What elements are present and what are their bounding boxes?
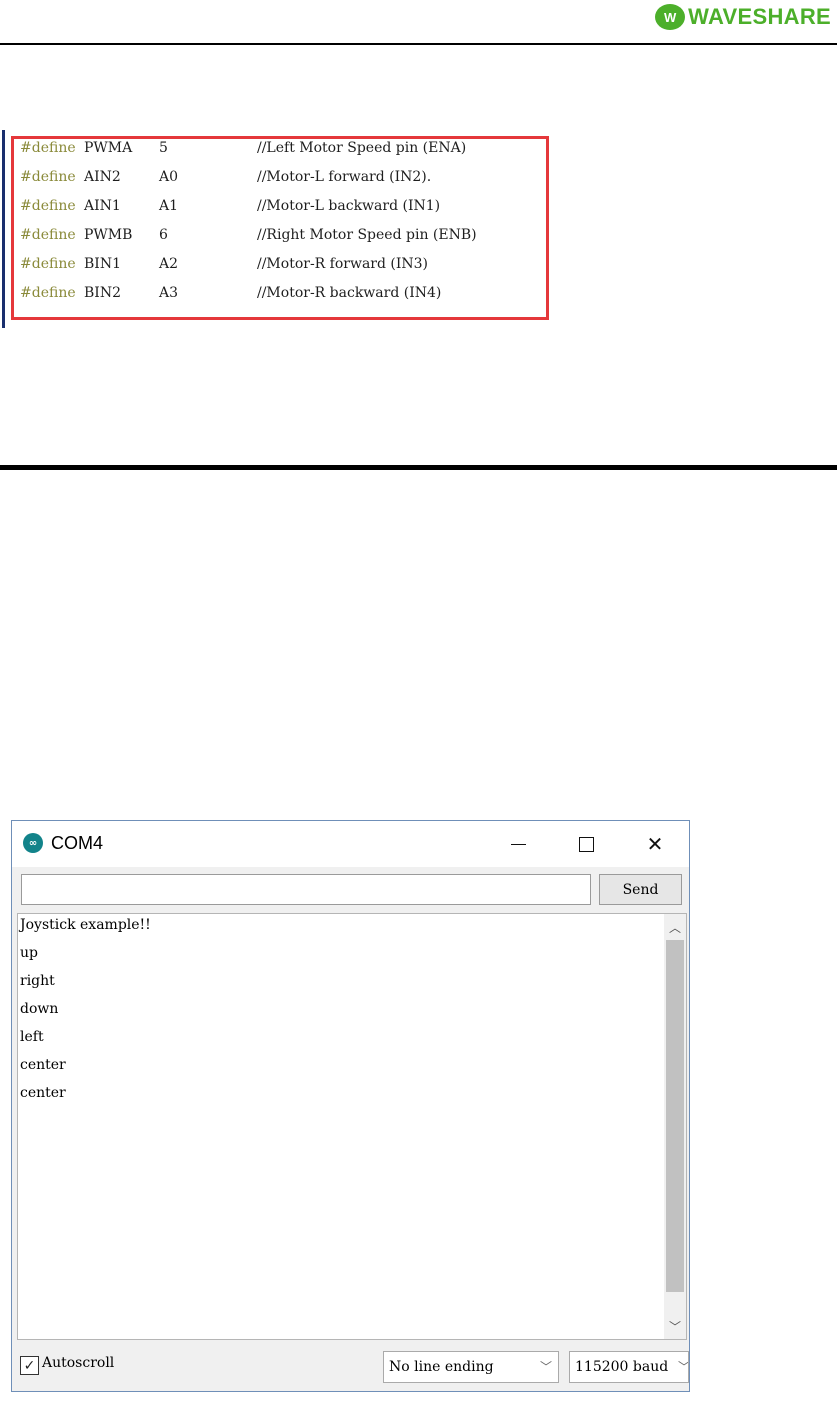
chevron-down-icon: ﹀	[539, 1360, 552, 1374]
code-macro-value: 5	[159, 140, 168, 156]
waveshare-logo-text: WAVESHARE	[688, 4, 831, 29]
code-directive: #define	[20, 285, 76, 301]
code-macro-value: 6	[159, 227, 168, 243]
output-line: down	[20, 1001, 59, 1017]
serial-output-area[interactable]: Joystick example!! up right down left ce…	[17, 913, 687, 1340]
output-line: center	[20, 1057, 66, 1073]
waveshare-logo: W WAVESHARE	[655, 2, 831, 32]
maximize-button[interactable]	[568, 829, 604, 859]
close-icon: ✕	[646, 832, 664, 856]
code-directive: #define	[20, 169, 76, 185]
close-button[interactable]: ✕	[637, 829, 673, 859]
code-macro-value: A0	[159, 169, 179, 185]
line-ending-select[interactable]: No line ending ﹀	[383, 1351, 559, 1383]
code-directive: #define	[20, 227, 76, 243]
code-directive: #define	[20, 256, 76, 272]
code-comment: //Motor-R backward (IN4)	[257, 285, 442, 301]
code-directive: #define	[20, 198, 76, 214]
header-divider	[0, 43, 837, 45]
code-macro-name: AIN1	[84, 198, 121, 214]
code-comment: //Right Motor Speed pin (ENB)	[257, 227, 477, 243]
code-macro-name: AIN2	[84, 169, 121, 185]
code-macro-name: PWMA	[84, 140, 133, 156]
vertical-scrollbar[interactable]: ︿ ﹀	[664, 914, 686, 1339]
output-line: center	[20, 1085, 66, 1101]
chevron-down-icon: ﹀	[677, 1360, 689, 1374]
code-line-bin1: #define BIN1 A2 //Motor-R forward (IN3)	[20, 256, 428, 278]
line-ending-value: No line ending	[389, 1359, 494, 1375]
code-line-bin2: #define BIN2 A3 //Motor-R backward (IN4)	[20, 285, 441, 307]
code-comment: //Left Motor Speed pin (ENA)	[257, 140, 467, 156]
serial-bottom-bar: ✓ Autoscroll No line ending ﹀ 115200 bau…	[12, 1341, 689, 1391]
minimize-icon	[510, 843, 526, 845]
baud-rate-value: 115200 baud	[575, 1359, 669, 1375]
scroll-down-icon[interactable]: ﹀	[664, 1315, 686, 1337]
code-macro-name: PWMB	[84, 227, 133, 243]
code-macro-value: A3	[159, 285, 179, 301]
arduino-icon: ∞	[23, 833, 43, 853]
code-macro-name: BIN1	[84, 256, 121, 272]
code-comment: //Motor-L forward (IN2).	[257, 169, 432, 185]
code-line-pwmb: #define PWMB 6 //Right Motor Speed pin (…	[20, 227, 477, 249]
output-line: right	[20, 973, 55, 989]
serial-send-input[interactable]	[21, 874, 591, 905]
code-macro-name: BIN2	[84, 285, 121, 301]
code-line-ain1: #define AIN1 A1 //Motor-L backward (IN1)	[20, 198, 440, 220]
scroll-up-icon[interactable]: ︿	[664, 916, 686, 938]
code-macro-value: A2	[159, 256, 179, 272]
baud-rate-select[interactable]: 115200 baud ﹀	[569, 1351, 689, 1383]
code-macro-value: A1	[159, 198, 179, 214]
maximize-icon	[578, 836, 594, 852]
code-comment: //Motor-L backward (IN1)	[257, 198, 441, 214]
code-margin-rule	[2, 130, 5, 328]
code-line-ain2: #define AIN2 A0 //Motor-L forward (IN2).	[20, 169, 431, 191]
code-line-pwma: #define PWMA 5 //Left Motor Speed pin (E…	[20, 140, 466, 162]
checkmark-icon: ✓	[23, 1357, 36, 1374]
minimize-button[interactable]	[500, 829, 536, 859]
window-title: COM4	[51, 833, 104, 853]
window-titlebar[interactable]: ∞ COM4 ✕	[12, 821, 689, 867]
code-directive: #define	[20, 140, 76, 156]
output-line: up	[20, 945, 38, 961]
scroll-thumb[interactable]	[666, 940, 684, 1292]
autoscroll-checkbox[interactable]: ✓	[20, 1356, 39, 1375]
waveshare-logo-icon: W	[655, 4, 686, 30]
output-line: left	[20, 1029, 44, 1045]
code-snippet-highlight: #define PWMA 5 //Left Motor Speed pin (E…	[11, 136, 549, 320]
autoscroll-label: Autoscroll	[42, 1355, 115, 1371]
send-button[interactable]: Send	[599, 874, 682, 905]
section-divider	[0, 465, 837, 470]
serial-monitor-window: ∞ COM4 ✕ Send Joystick example!! up righ…	[11, 820, 690, 1392]
code-comment: //Motor-R forward (IN3)	[257, 256, 429, 272]
output-line: Joystick example!!	[20, 917, 151, 933]
